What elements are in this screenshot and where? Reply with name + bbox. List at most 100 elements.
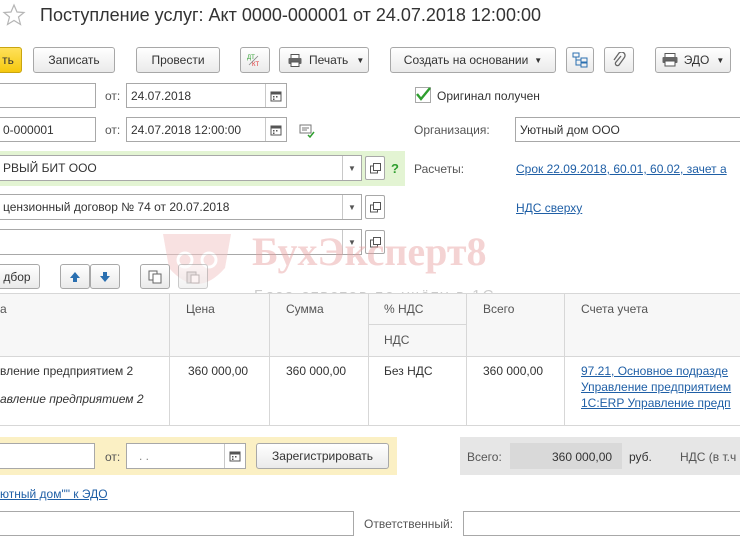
incoming-date-field[interactable]: 24.07.2018 12:00:00: [126, 117, 287, 142]
row-total: 360 000,00: [483, 364, 544, 378]
total-label: Всего:: [467, 450, 502, 464]
dt-kt-icon: ДТКТ: [247, 55, 259, 68]
print-label: Печать: [309, 53, 349, 67]
column-header-name[interactable]: а: [0, 302, 7, 316]
incoming-number-field[interactable]: 0-000001: [0, 117, 96, 142]
contract-value: цензионный договор № 74 от 20.07.2018: [3, 200, 230, 214]
row-vat-rate: Без НДС: [384, 364, 433, 378]
selection-label: дбор: [3, 269, 31, 284]
organization-label: Организация:: [414, 123, 490, 137]
responsible-field[interactable]: [463, 511, 740, 536]
open-counterparty-button[interactable]: [365, 156, 385, 180]
attachments-button[interactable]: [604, 47, 634, 73]
row-account-1[interactable]: 97.21, Основное подразде: [581, 364, 728, 378]
create-based-on-button[interactable]: Создать на основании ▼: [390, 47, 556, 73]
incoming-date-value: 24.07.2018 12:00:00: [131, 122, 242, 137]
responsible-label: Ответственный:: [364, 517, 454, 531]
copy-rows-button[interactable]: [140, 264, 170, 289]
open-contract-button[interactable]: [365, 195, 385, 219]
watermark-brand: БухЭксперт8: [252, 229, 487, 274]
settlements-link[interactable]: Срок 22.09.2018, 60.01, 60.02, зачет а: [516, 162, 727, 176]
invoice-date-field[interactable]: . .: [126, 443, 246, 469]
post-button[interactable]: Провести: [136, 47, 220, 73]
row-account-3[interactable]: 1С:ERP Управление предп: [581, 396, 731, 410]
structure-button[interactable]: [566, 47, 594, 73]
calendar-icon[interactable]: [265, 84, 286, 107]
print-button[interactable]: Печать ▼: [279, 47, 369, 73]
copy-icon: [148, 270, 162, 283]
original-received-label: Оригинал получен: [437, 89, 540, 103]
chevron-down-icon: ▼: [534, 55, 543, 65]
counterparty-field[interactable]: РВЫЙ БИТ ООО ▼: [0, 155, 362, 181]
invoice-date-label: от:: [105, 450, 121, 464]
edo-icon: [662, 53, 678, 67]
chevron-down-icon: ▼: [356, 55, 365, 65]
move-down-button[interactable]: [90, 264, 120, 289]
save-button[interactable]: Записать: [33, 47, 115, 73]
calendar-icon[interactable]: [224, 444, 245, 468]
column-header-accounts[interactable]: Счета учета: [581, 302, 648, 316]
row-price: 360 000,00: [188, 364, 249, 378]
contract-field[interactable]: цензионный договор № 74 от 20.07.2018 ▼: [0, 194, 362, 220]
edo-button[interactable]: ЭДО ▼: [655, 47, 731, 73]
row-sum: 360 000,00: [286, 364, 347, 378]
edo-connection-link[interactable]: ютный дом"" к ЭДО: [0, 487, 108, 501]
post-and-close-label: ть: [2, 53, 14, 67]
arrow-up-icon: [70, 271, 80, 282]
move-up-button[interactable]: [60, 264, 90, 289]
help-mark[interactable]: ?: [391, 161, 399, 176]
printer-icon: [288, 53, 302, 67]
post-and-close-button[interactable]: ть: [0, 47, 22, 73]
save-label: Записать: [48, 53, 100, 67]
arrow-down-icon: [100, 271, 110, 282]
services-table: а Цена Сумма % НДС НДС Всего Счета учета…: [0, 293, 740, 426]
svg-text:КТ: КТ: [252, 62, 259, 68]
invoice-date-value: . .: [139, 449, 150, 463]
favorite-star-icon[interactable]: [2, 3, 26, 27]
column-header-vat-rate[interactable]: % НДС: [384, 302, 423, 316]
row-account-2[interactable]: Управление предприятием: [581, 380, 731, 394]
paste-rows-button[interactable]: [178, 264, 208, 289]
total-currency: руб.: [629, 450, 652, 464]
open-icon: [369, 201, 381, 212]
open-icon: [369, 162, 381, 173]
incoming-number-value: 0-000001: [3, 122, 54, 137]
date-label: от:: [105, 89, 121, 103]
calendar-icon[interactable]: [265, 118, 286, 141]
paperclip-icon: [613, 52, 626, 67]
incoming-date-label: от:: [105, 123, 121, 137]
column-header-vat[interactable]: НДС: [384, 333, 409, 347]
settlements-label: Расчеты:: [414, 162, 465, 176]
chevron-down-icon[interactable]: ▼: [342, 195, 361, 219]
vat-included-label: НДС (в т.ч: [680, 450, 737, 464]
organization-field[interactable]: Уютный дом ООО: [515, 117, 740, 142]
dt-kt-button[interactable]: ДТ КТ: [240, 47, 270, 73]
date-value: 24.07.2018: [131, 88, 192, 103]
register-label: Зарегистрировать: [272, 449, 373, 463]
total-value: 360 000,00: [552, 450, 613, 464]
hierarchy-icon: [572, 52, 588, 68]
chevron-down-icon[interactable]: ▼: [342, 156, 361, 180]
register-button[interactable]: Зарегистрировать: [256, 443, 389, 469]
organization-value: Уютный дом ООО: [520, 122, 620, 137]
original-received-checkbox[interactable]: [415, 87, 431, 103]
paste-icon: [186, 271, 200, 283]
page-title: Поступление услуг: Акт 0000-000001 от 24…: [40, 5, 541, 25]
selection-button[interactable]: дбор: [0, 264, 40, 289]
comment-field[interactable]: [0, 511, 354, 536]
row-name: вление предприятием 2: [0, 364, 134, 378]
column-header-sum[interactable]: Сумма: [286, 302, 324, 316]
number-field[interactable]: [0, 83, 96, 108]
chevron-down-icon: ▼: [716, 55, 725, 65]
copy-doc-icon[interactable]: [299, 124, 315, 139]
date-field[interactable]: 24.07.2018: [126, 83, 287, 108]
row-name-content: авление предприятием 2: [0, 392, 144, 406]
table-row[interactable]: вление предприятием 2 авление предприяти…: [0, 357, 740, 426]
post-label: Провести: [151, 53, 205, 67]
invoice-number-field[interactable]: [0, 443, 95, 469]
checkmark-icon: [416, 87, 431, 101]
column-header-price[interactable]: Цена: [186, 302, 215, 316]
vat-on-top-link[interactable]: НДС сверху: [516, 201, 582, 215]
create-based-label: Создать на основании: [403, 53, 529, 67]
column-header-total[interactable]: Всего: [483, 302, 514, 316]
